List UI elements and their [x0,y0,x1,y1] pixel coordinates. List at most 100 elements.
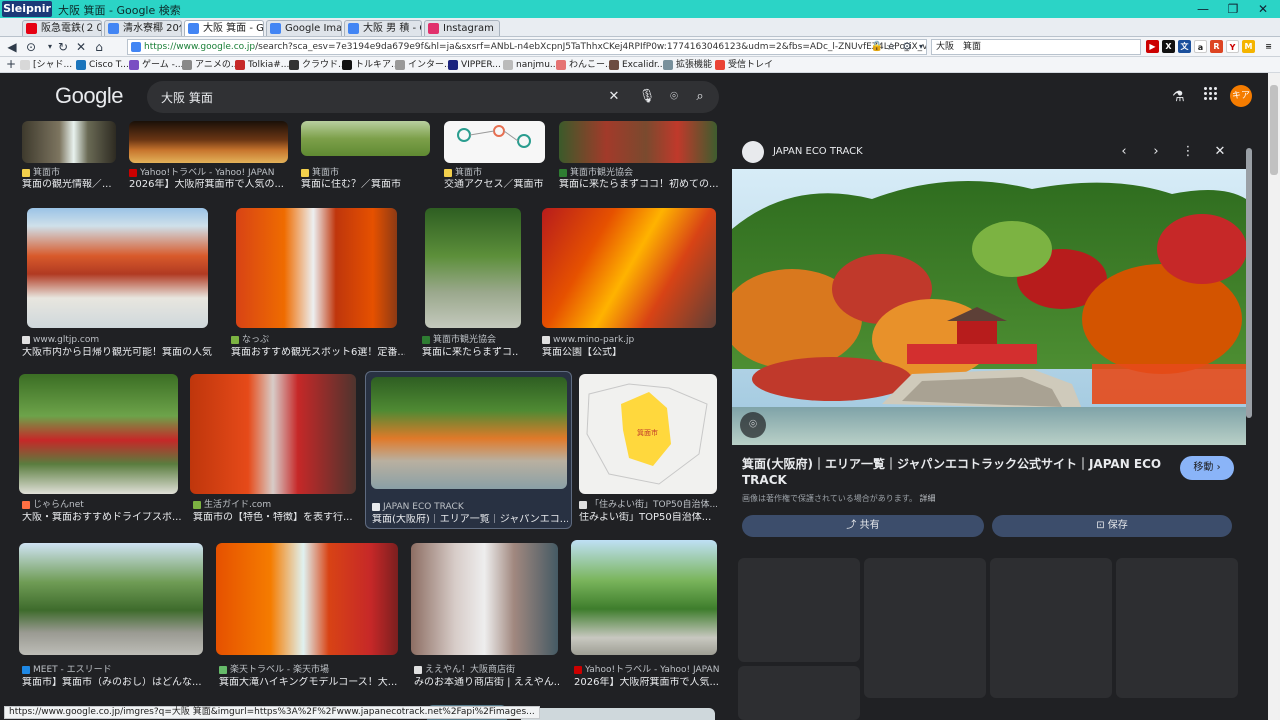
bookmark-item[interactable]: アニメの... [182,59,239,71]
result-source[interactable]: 楽天トラベル - 楽天市場 [219,665,329,676]
result-source[interactable]: 箕面市観光協会 [422,335,496,346]
tab-hankyu[interactable]: 阪急電鉄(２０... [22,20,102,36]
panel-site-name[interactable]: JAPAN ECO TRACK [773,146,863,157]
panel-scrollbar[interactable] [1246,140,1252,700]
result-title[interactable]: 箕面公園【公式】 [542,347,712,359]
result-title[interactable]: 大阪・箕面おすすめドライブスポ... [22,512,182,524]
result-title[interactable]: 2026年】大阪府箕面市で人気... [574,677,719,689]
result-thumbnail[interactable] [19,374,178,494]
bookmark-item[interactable]: Cisco T... [76,59,129,71]
result-title[interactable]: みのお本通り商店街 | ええやん... [414,677,559,689]
bookmark-item[interactable]: [シャド... [20,59,72,71]
related-image-placeholder[interactable] [864,558,986,698]
related-image-placeholder[interactable] [990,558,1112,698]
result-thumbnail[interactable] [521,708,715,720]
related-image-placeholder[interactable] [738,558,860,662]
copyright-details-link[interactable]: 詳細 [920,494,936,503]
reload-icon[interactable]: ↻ [54,38,72,56]
result-thumbnail[interactable] [559,121,717,163]
bookmark-item[interactable]: Excalidr... [609,59,666,71]
result-thumbnail[interactable] [22,121,116,163]
result-title[interactable]: 箕面に来たらまずココ！初めての... [559,179,719,191]
close-panel-icon[interactable]: ✕ [1210,142,1230,162]
result-thumbnail[interactable] [411,543,558,655]
panel-preview-image[interactable] [732,169,1246,445]
result-thumbnail[interactable] [236,208,397,328]
image-result[interactable]: Yahoo!トラベル - Yahoo! JAPAN 2026年】大阪府箕面市で人… [129,121,288,190]
rakuten-extension-icon[interactable]: R [1210,40,1223,53]
yahoo-extension-icon[interactable]: Y [1226,40,1239,53]
bookmark-item[interactable]: nanjmu... [503,59,558,71]
result-source[interactable]: 「住みよい街」TOP50自治体... [579,500,718,511]
result-thumbnail[interactable] [19,543,203,655]
bookmark-item[interactable]: 拡張機能 [663,59,712,71]
result-source[interactable]: Yahoo!トラベル - Yahoo! JAPAN [574,665,719,676]
forward-icon[interactable]: ⊙ [22,38,40,56]
search-engine-dropdown-icon[interactable]: ▾ [912,38,930,56]
microphone-icon[interactable]: 🎙 [637,87,657,107]
image-result[interactable]: 生活ガイド.com 箕面市の【特色・特徴】を表す行... [190,374,357,526]
image-result[interactable]: 楽天トラベル - 楽天市場 箕面大滝ハイキングモデルコース！大... [216,543,400,693]
result-title[interactable]: 箕面に住む？／箕面市 [301,179,431,191]
amazon-extension-icon[interactable]: a [1194,40,1207,53]
result-title[interactable]: 箕面(大阪府)｜エリア一覧｜ジャパンエコ... [372,514,568,526]
image-result[interactable]: じゃらんnet 大阪・箕面おすすめドライブスポ... [19,374,182,526]
result-thumbnail[interactable] [371,377,567,489]
toolbar-search-input[interactable]: 大阪 箕面 [931,39,1141,55]
image-result[interactable]: 箕面市観光協会 箕面に来たらまずココ！初めての... [559,121,719,190]
result-thumbnail[interactable] [444,121,545,163]
image-result[interactable]: 箕面市 箕面に住む？／箕面市 [301,121,430,190]
back-icon[interactable]: ◀ [3,38,21,56]
search-icon[interactable]: ⌕ [690,87,710,107]
result-thumbnail[interactable]: 箕面市 [579,374,717,494]
tab-search-2[interactable]: 清水寮椰 20代 ... [104,20,182,36]
result-title[interactable]: 箕面市の【特色・特徴】を表す行... [193,512,358,524]
lens-camera-icon[interactable]: ⌾ [664,87,684,107]
bookmark-item[interactable]: ゲーム -... [129,59,183,71]
result-source[interactable]: www.gltjp.com [22,335,99,346]
result-source[interactable]: ええやん！大阪商店街 [414,665,515,676]
image-result[interactable]: MEET - エスリード 箕面市】箕面市（みのおし）はどんな... [19,543,205,693]
result-source[interactable]: MEET - エスリード [22,665,112,676]
search-query-text[interactable]: 大阪 箕面 [161,89,213,106]
result-title[interactable]: 住みよい街」TOP50自治体... [579,512,717,524]
more-options-icon[interactable]: ⋮ [1178,142,1198,162]
page-scrollbar[interactable] [1268,73,1280,720]
stop-icon[interactable]: ✕ [72,38,90,56]
panel-scrollbar-thumb[interactable] [1246,148,1252,418]
google-apps-icon[interactable] [1204,87,1218,101]
visit-button[interactable]: 移動 › [1180,456,1234,480]
translate-extension-icon[interactable]: 文 [1178,40,1191,53]
result-source[interactable]: 箕面市観光協会 [559,168,633,179]
result-thumbnail[interactable] [129,121,288,163]
image-result[interactable]: 箕面市観光協会 箕面に来たらまずコ... [422,208,522,360]
page-scrollbar-thumb[interactable] [1270,85,1278,175]
account-avatar[interactable]: キア [1230,85,1252,107]
result-title[interactable]: 交通アクセス／箕面市 [444,179,554,191]
gmail-extension-icon[interactable]: M [1242,40,1255,53]
result-source[interactable]: 生活ガイド.com [193,500,271,511]
x-extension-icon[interactable]: X [1162,40,1175,53]
tab-active-search[interactable]: 大阪 箕面 - Goo... [184,20,264,36]
result-title[interactable]: 箕面おすすめ観光スポット6選！定番... [231,347,405,359]
image-result[interactable]: www.mino-park.jp 箕面公園【公式】 [540,208,716,360]
home-icon[interactable]: ⌂ [90,38,108,56]
result-thumbnail[interactable] [425,208,521,328]
image-result-selected[interactable]: JAPAN ECO TRACK 箕面(大阪府)｜エリア一覧｜ジャパンエコ... [365,371,572,529]
result-title[interactable]: 大阪市内から日帰り観光可能！箕面の人気... [22,347,212,359]
related-image-placeholder[interactable] [1116,558,1238,698]
clear-search-icon[interactable]: ✕ [604,87,624,107]
tab-instagram[interactable]: Instagram [424,20,500,36]
minimize-button[interactable]: — [1188,0,1218,18]
bookmark-item[interactable]: クラウド... [289,59,347,71]
result-source[interactable]: Yahoo!トラベル - Yahoo! JAPAN [129,168,274,179]
add-bookmark-icon[interactable]: + [2,55,20,73]
result-title[interactable]: 箕面の観光情報／... [22,179,132,191]
address-bar[interactable]: https://www.google.co.jp/search?sca_esv=… [127,39,927,55]
bookmark-item[interactable]: 受信トレイ [715,59,773,71]
result-source[interactable]: www.mino-park.jp [542,335,634,346]
related-image-placeholder[interactable] [738,666,860,720]
image-result[interactable]: 箕面市 交通アクセス／箕面市 [444,121,545,190]
close-window-button[interactable]: ✕ [1248,0,1278,18]
save-button[interactable]: ⊡ 保存 [992,515,1232,537]
